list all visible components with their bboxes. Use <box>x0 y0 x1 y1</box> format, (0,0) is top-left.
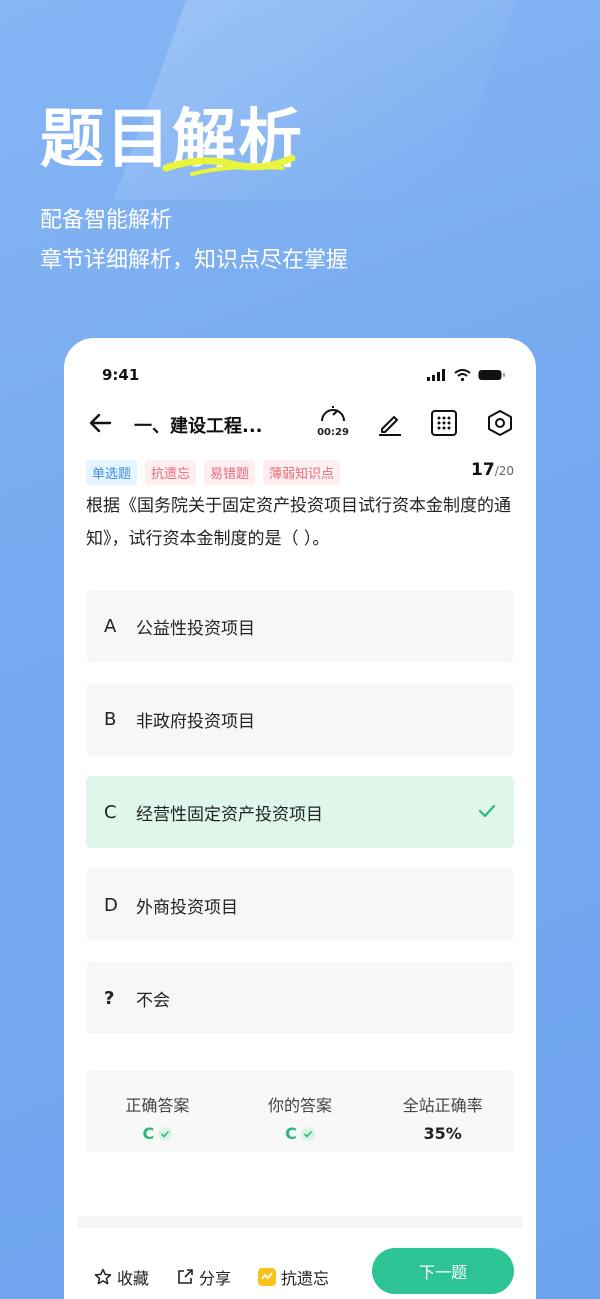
settings-hexagon-icon[interactable] <box>486 409 514 437</box>
small-check-icon <box>158 1126 173 1141</box>
option-letter: A <box>104 615 117 637</box>
anti-forget-icon <box>258 1268 276 1286</box>
wifi-icon <box>454 369 471 381</box>
stat-value-wrap: C <box>86 1124 229 1143</box>
share-label: 分享 <box>199 1269 232 1288</box>
section-divider <box>78 1216 522 1228</box>
option-a[interactable]: A 公益性投资项目 <box>86 590 514 662</box>
title-underline-decoration <box>162 154 296 176</box>
anti-forget-label: 抗遗忘 <box>281 1269 330 1288</box>
answer-sheet-grid-icon[interactable] <box>430 409 458 437</box>
option-d[interactable]: D 外商投资项目 <box>86 869 514 941</box>
stat-label: 全站正确率 <box>402 1096 483 1115</box>
option-text: 不会 <box>136 990 170 1011</box>
stat-correct-answer: 正确答案 C <box>86 1070 229 1152</box>
option-text: 外商投资项目 <box>136 897 238 918</box>
stopwatch-icon <box>321 406 345 422</box>
option-letter: ? <box>104 987 115 1009</box>
stat-label: 正确答案 <box>125 1096 190 1115</box>
edit-pen-icon[interactable] <box>376 409 404 437</box>
progress-current: 17 <box>471 460 495 480</box>
star-icon <box>94 1268 112 1285</box>
tag-error-prone: 易错题 <box>204 460 256 485</box>
hero-title-plain: 题目 <box>40 103 172 177</box>
option-b[interactable]: B 非政府投资项目 <box>86 683 514 755</box>
stat-your-answer: 你的答案 C <box>229 1070 372 1152</box>
top-nav: 一、建设工程... 00:29 <box>64 404 536 446</box>
correct-check-icon <box>478 804 496 818</box>
hero-subtitle-2: 章节详细解析，知识点尽在掌握 <box>40 248 349 273</box>
option-letter: C <box>104 801 117 823</box>
option-text: 经营性固定资产投资项目 <box>136 804 323 825</box>
timer-text: 00:29 <box>317 427 349 438</box>
stat-site-accuracy: 全站正确率 35% <box>371 1070 514 1152</box>
stat-label: 你的答案 <box>268 1096 333 1115</box>
option-text: 公益性投资项目 <box>136 618 255 639</box>
anti-forget-button[interactable]: 抗遗忘 <box>258 1265 329 1289</box>
option-letter: B <box>104 708 117 730</box>
timer[interactable]: 00:29 <box>316 404 350 438</box>
stat-value: C <box>142 1124 155 1143</box>
option-c[interactable]: C 经营性固定资产投资项目 <box>86 776 514 848</box>
share-icon <box>178 1269 193 1284</box>
share-button[interactable]: 分享 <box>176 1265 231 1289</box>
status-bar: 9:41 <box>64 366 536 386</box>
back-arrow-icon[interactable] <box>88 410 114 436</box>
small-check-icon <box>300 1126 315 1141</box>
bottom-toolbar: 收藏 分享 抗遗忘 下一题 <box>64 1243 536 1299</box>
stat-value-wrap: C <box>229 1124 372 1143</box>
stat-value: 35% <box>423 1124 462 1143</box>
tag-weak-point: 薄弱知识点 <box>263 460 341 485</box>
stat-value: C <box>285 1124 297 1143</box>
option-letter: D <box>104 894 118 916</box>
signal-icon <box>427 369 445 381</box>
tag-single-choice: 单选题 <box>86 460 138 485</box>
progress-total: /20 <box>494 464 514 478</box>
favorite-label: 收藏 <box>117 1269 150 1288</box>
answer-stats: 正确答案 C 你的答案 C 全站正确率 35% <box>86 1070 514 1152</box>
question-text: 根据《国务院关于固定资产投资项目试行资本金制度的通知》，试行资本金制度的是（ ）… <box>86 496 511 549</box>
option-text: 非政府投资项目 <box>136 711 255 732</box>
chapter-title[interactable]: 一、建设工程... <box>134 412 263 438</box>
tag-anti-forget: 抗遗忘 <box>145 460 197 485</box>
next-question-button[interactable]: 下一题 <box>372 1248 514 1294</box>
question-tags: 单选题 抗遗忘 易错题 薄弱知识点 <box>86 460 341 485</box>
question-progress: 17/20 <box>471 460 514 480</box>
status-time: 9:41 <box>102 366 140 384</box>
option-unknown[interactable]: ? 不会 <box>86 962 514 1034</box>
hero-subtitle-1: 配备智能解析 <box>40 208 173 233</box>
status-icons <box>427 369 506 381</box>
stat-value-wrap: 35% <box>371 1124 514 1143</box>
favorite-button[interactable]: 收藏 <box>94 1265 149 1289</box>
phone-screen: 9:41 一、建设工程... 00:29 单选题 抗遗忘 易错题 薄弱知识点 1… <box>64 338 536 1299</box>
battery-icon <box>478 370 505 380</box>
